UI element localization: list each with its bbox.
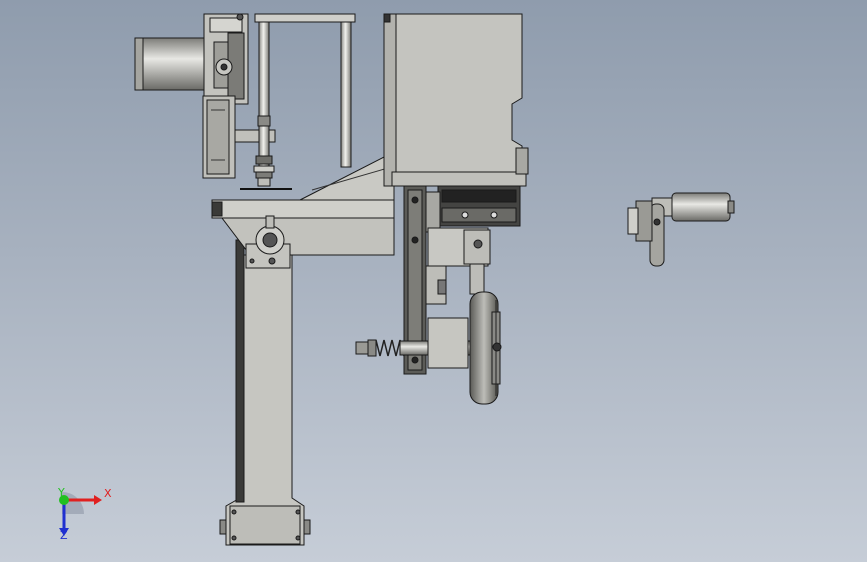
y-axis-label: Y: [58, 486, 65, 499]
graphics-viewport[interactable]: X Y Z: [0, 0, 867, 562]
detached-roller-assembly[interactable]: [627, 192, 735, 267]
support-column[interactable]: [219, 239, 311, 546]
guide-rods[interactable]: [240, 13, 356, 190]
drive-wheel[interactable]: [469, 291, 502, 405]
upper-housing[interactable]: [383, 13, 529, 187]
linear-actuator[interactable]: [423, 185, 521, 233]
assembly-model-view[interactable]: [0, 0, 867, 562]
base-plate[interactable]: [211, 154, 395, 256]
z-axis-label: Z: [60, 529, 68, 542]
stepper-motor-left[interactable]: [134, 13, 276, 179]
x-axis-label: X: [104, 487, 112, 500]
